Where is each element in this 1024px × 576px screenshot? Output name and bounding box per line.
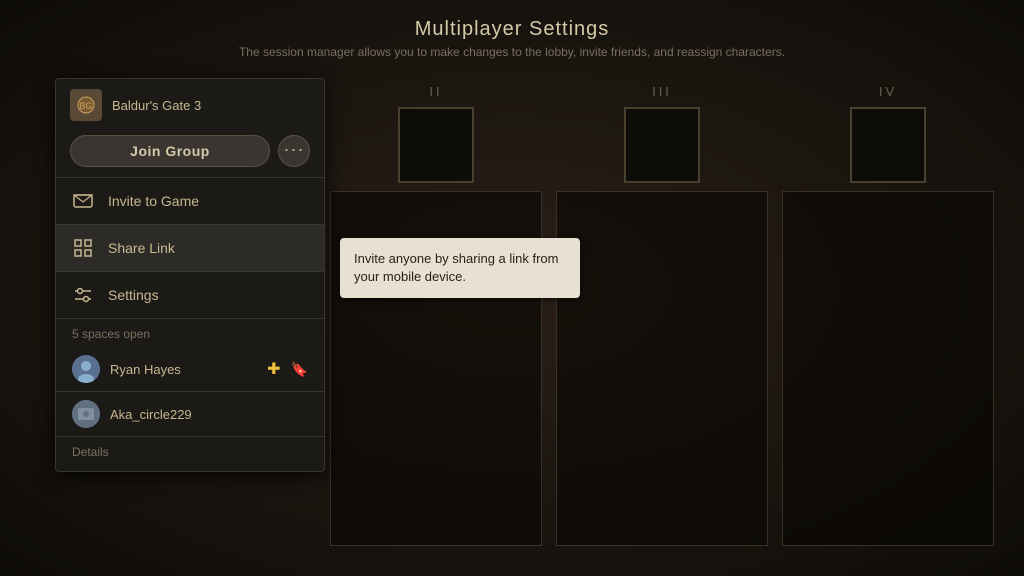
avatar-aka — [72, 400, 100, 428]
share-label: Share Link — [108, 240, 175, 256]
invite-label: Invite to Game — [108, 193, 199, 209]
page-subtitle: The session manager allows you to make c… — [0, 45, 1024, 59]
share-icon — [72, 237, 94, 259]
more-options-button[interactable]: ··· — [278, 135, 310, 167]
join-group-button[interactable]: Join Group — [70, 135, 270, 167]
bookmark-icon: 🔖 — [291, 361, 308, 378]
ps-plus-icon: ✚ — [267, 359, 280, 379]
player-row-ryan[interactable]: Ryan Hayes ✚ 🔖 — [56, 347, 324, 391]
menu-item-invite[interactable]: Invite to Game — [56, 178, 324, 224]
menu-item-share[interactable]: Share Link — [56, 225, 324, 271]
slot-label-4: IV — [879, 84, 897, 99]
char-box-4 — [850, 107, 926, 183]
dropdown-panel: BG Baldur's Gate 3 Join Group ··· Invite… — [55, 78, 325, 472]
char-box-3 — [624, 107, 700, 183]
avatar-ryan — [72, 355, 100, 383]
char-box-2 — [398, 107, 474, 183]
game-title: Baldur's Gate 3 — [112, 98, 201, 113]
slot-col-4: IV — [782, 78, 994, 546]
slot-col-2: II — [330, 78, 542, 546]
slot-panel: II III IV — [330, 78, 994, 546]
join-row: Join Group ··· — [56, 129, 324, 177]
menu-item-settings[interactable]: Settings — [56, 272, 324, 318]
svg-text:BG: BG — [79, 101, 92, 111]
page-title: Multiplayer Settings — [0, 18, 1024, 41]
slot-label-3: III — [652, 84, 672, 99]
char-panel-3 — [556, 191, 768, 546]
slot-label-2: II — [429, 84, 442, 99]
dropdown-header: BG Baldur's Gate 3 — [56, 79, 324, 129]
game-icon: BG — [70, 89, 102, 121]
player-name-ryan: Ryan Hayes — [110, 362, 257, 377]
player-name-aka: Aka_circle229 — [110, 407, 308, 422]
title-area: Multiplayer Settings The session manager… — [0, 18, 1024, 59]
invite-icon — [72, 190, 94, 212]
details-label[interactable]: Details — [56, 437, 324, 471]
tooltip-text: Invite anyone by sharing a link from you… — [354, 251, 559, 284]
player-row-aka[interactable]: Aka_circle229 — [56, 392, 324, 436]
spaces-label: 5 spaces open — [56, 319, 324, 347]
settings-label: Settings — [108, 287, 159, 303]
settings-icon — [72, 284, 94, 306]
char-panel-4 — [782, 191, 994, 546]
ellipsis-icon: ··· — [284, 139, 305, 160]
tooltip: Invite anyone by sharing a link from you… — [340, 238, 580, 298]
slot-col-3: III — [556, 78, 768, 546]
